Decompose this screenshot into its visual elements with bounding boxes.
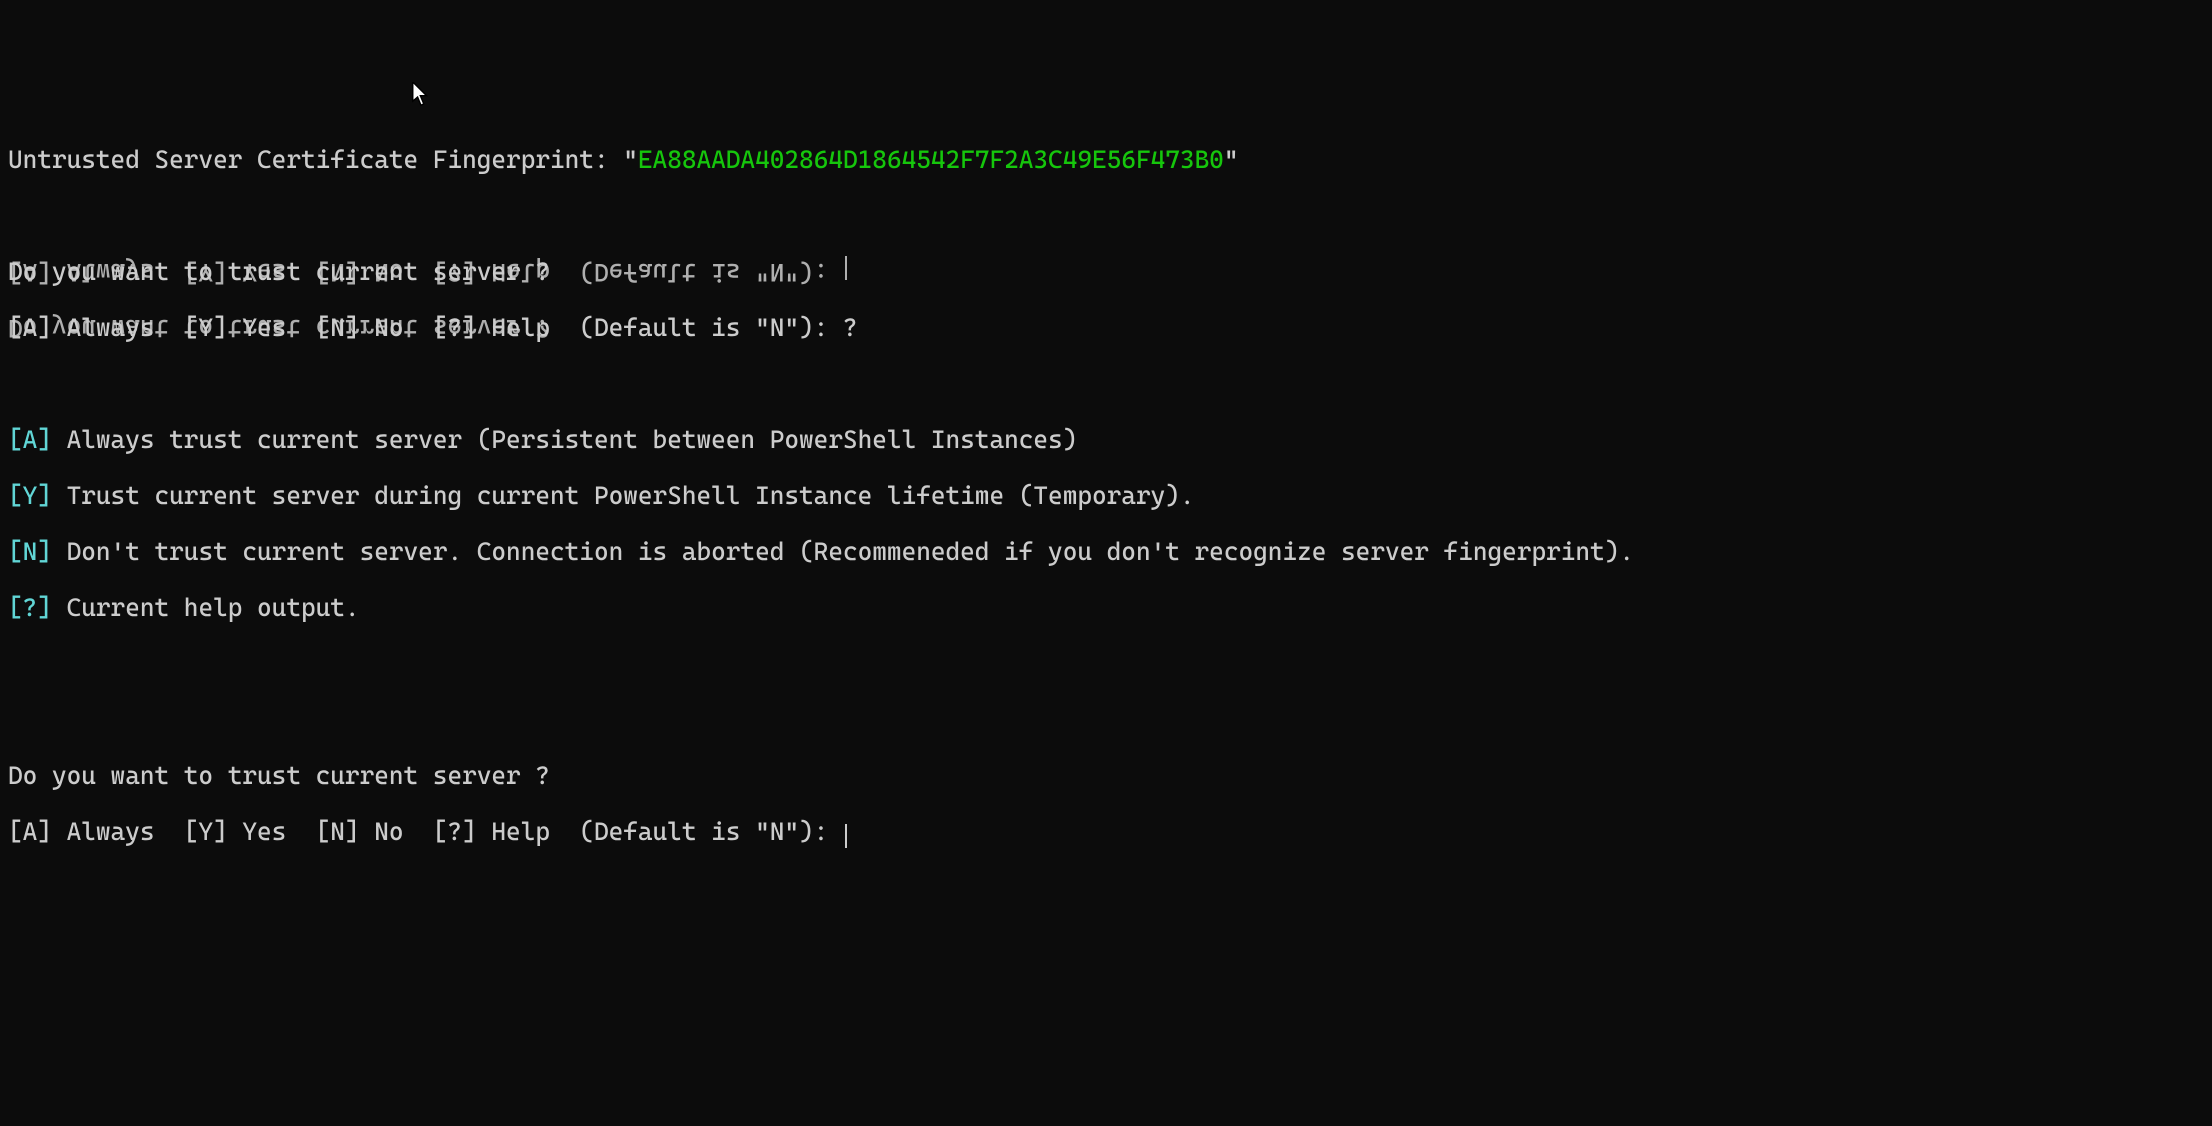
fingerprint-label: Untrusted Server Certificate Fingerprint… [8,145,623,174]
reflected-options: [A] Always [Y] Yes [N] No [?] Help (Defa… [8,258,847,286]
prompt-options-2-text: [A] Always [Y] Yes [N] No [?] Help (Defa… [8,817,843,846]
fingerprint-value: EA88AADA402864D1864542F7F2A3C49E56F473B0 [638,145,1224,174]
help-key-n: [N] [8,537,52,566]
blank-line [8,650,2204,678]
reflected-options-text: [A] Always [Y] Yes [N] No [?] Help (Defa… [8,258,843,287]
help-key-q: [?] [8,593,52,622]
quote-close: " [1224,145,1239,174]
help-text-n: Don't trust current server. Connection i… [52,537,1634,566]
reflected-cursor [845,256,847,280]
quote-open: " [623,145,638,174]
fingerprint-line: Untrusted Server Certificate Fingerprint… [8,146,2204,174]
blank-line [8,706,2204,734]
help-text-a: Always trust current server (Persistent … [52,425,1077,454]
blank-line [8,202,2204,230]
help-text-q: Current help output. [52,593,360,622]
help-text-y: Trust current server during current Powe… [52,481,1195,510]
reflected-question: Do you want to trust current server ? [8,314,847,342]
mouse-cursor-icon [412,82,430,108]
prompt-options-2[interactable]: [A] Always [Y] Yes [N] No [?] Help (Defa… [8,818,2204,846]
help-key-a: [A] [8,425,52,454]
text-cursor [845,824,847,848]
blank-line [8,370,2204,398]
help-line-no: [N] Don't trust current server. Connecti… [8,538,2204,566]
help-line-yes: [Y] Trust current server during current … [8,482,2204,510]
prompt-question-2: Do you want to trust current server ? [8,762,2204,790]
help-key-y: [Y] [8,481,52,510]
help-line-always: [A] Always trust current server (Persist… [8,426,2204,454]
terminal-reflection: Do you want to trust current server ? [A… [8,230,847,370]
help-line-help: [?] Current help output. [8,594,2204,622]
